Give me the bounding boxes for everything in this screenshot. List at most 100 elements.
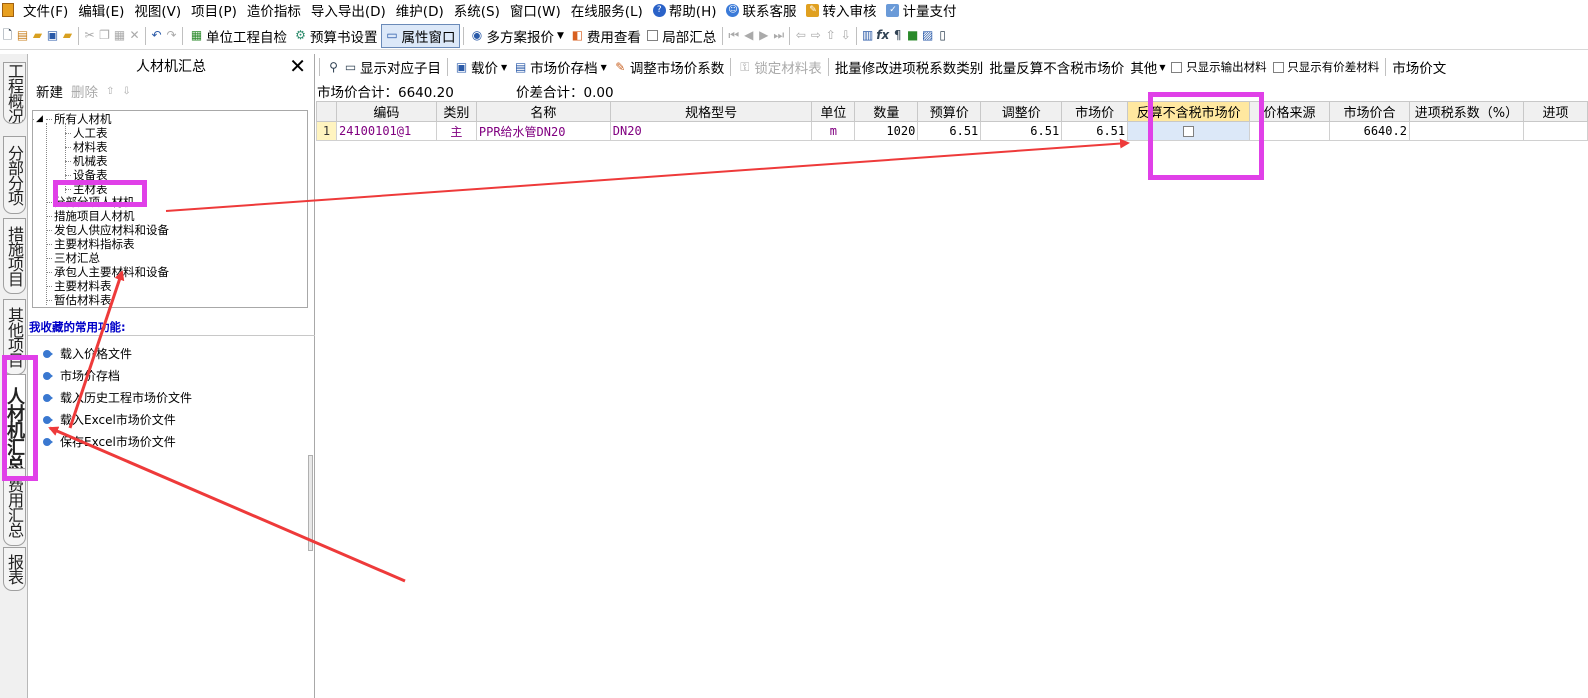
move-left-icon[interactable]: ⇦ <box>793 28 808 43</box>
batch-reverse-button[interactable]: 批量反算不含税市场价 <box>986 55 1127 79</box>
reverse-checkbox[interactable] <box>1183 126 1195 137</box>
tree-item-main-index[interactable]: 主要材料指标表 <box>46 238 135 251</box>
tree-item-equipment[interactable]: 设备表 <box>65 169 108 182</box>
header-adjusted[interactable]: 调整价 <box>980 101 1063 122</box>
cell-adjusted[interactable]: 6.51 <box>980 121 1063 141</box>
menu-window[interactable]: 窗口(W) <box>505 0 566 20</box>
tree-item-main-materials[interactable]: 主要材料表 <box>46 280 112 293</box>
menu-to-audit[interactable]: ✎ 转入审核 <box>801 0 881 20</box>
menu-file[interactable]: 文件(F) <box>18 0 73 20</box>
move-down-icon[interactable]: ⇩ <box>838 28 853 43</box>
undo-icon[interactable]: ↶ <box>149 28 164 43</box>
cell-qty[interactable]: 1020 <box>854 121 919 141</box>
tab-other-items[interactable]: 其他项目 <box>3 299 26 375</box>
last-icon[interactable]: ⏭ <box>771 28 786 43</box>
tab-project-overview[interactable]: 工程概况 <box>3 62 26 124</box>
fav-load-price-file[interactable]: 载入价格文件 <box>43 345 132 362</box>
menu-online-service[interactable]: 在线服务(L) <box>566 0 648 20</box>
collapse-icon[interactable]: ◢ <box>33 113 43 126</box>
menu-system[interactable]: 系统(S) <box>449 0 505 20</box>
lock-material-button[interactable]: ⚿ 锁定材料表 <box>734 55 825 79</box>
tree-item-owner-supplied[interactable]: 发包人供应材料和设备 <box>46 224 169 237</box>
cell-budget[interactable]: 6.51 <box>917 121 982 141</box>
property-window-button[interactable]: ▭ 属性窗口 <box>380 23 460 48</box>
menu-payment[interactable]: ✓ 计量支付 <box>881 0 961 20</box>
market-archive-button[interactable]: ▤ 市场价存档 ▼ <box>510 55 610 79</box>
cell-input[interactable] <box>1522 121 1588 141</box>
tab-report[interactable]: 报表 <box>3 547 26 591</box>
header-input[interactable]: 进项 <box>1522 101 1588 122</box>
tree-item-labor[interactable]: 人工表 <box>65 127 108 140</box>
tree-item-machine[interactable]: 机械表 <box>65 155 108 168</box>
close-icon[interactable]: ✕ <box>289 54 306 78</box>
header-source[interactable]: 价格来源 <box>1249 101 1331 122</box>
header-spec[interactable]: 规格型号 <box>609 101 813 122</box>
cell-type[interactable]: 主 <box>435 121 477 141</box>
first-icon[interactable]: ⏮ <box>726 28 741 43</box>
cell-unit[interactable]: m <box>811 121 856 141</box>
header-budget[interactable]: 预算价 <box>917 101 982 122</box>
cell-code[interactable]: 24100101@1 <box>335 121 437 141</box>
menu-view[interactable]: 视图(V) <box>129 0 186 20</box>
fav-load-history[interactable]: 载入历史工程市场价文件 <box>43 389 192 406</box>
tree-root[interactable]: 所有人材机 <box>46 113 112 126</box>
tree-item-contractor-main[interactable]: 承包人主要材料和设备 <box>46 266 169 279</box>
tree-item-sub-items[interactable]: 分部分项人材机 <box>46 196 135 209</box>
self-check-button[interactable]: ▦ 单位工程自检 <box>186 24 290 48</box>
cell-source[interactable] <box>1249 121 1331 141</box>
table-row[interactable]: 1 24100101@1 主 PPR给水管DN20 DN20 m 1020 6.… <box>316 121 1588 141</box>
fav-load-excel[interactable]: 载入Excel市场价文件 <box>43 411 176 428</box>
partial-summary-checkbox[interactable]: 局部汇总 <box>644 24 719 48</box>
formula-icon[interactable]: fx <box>875 28 890 43</box>
only-output-checkbox[interactable]: 只显示输出材料 <box>1168 55 1269 79</box>
tab-fee-summary[interactable]: 费用汇总 <box>3 468 26 546</box>
only-diff-checkbox[interactable]: 只显示有价差材料 <box>1270 55 1383 79</box>
cell-name[interactable]: PPR给水管DN20 <box>475 121 611 141</box>
paste-icon[interactable]: ▦ <box>112 28 127 43</box>
next-icon[interactable]: ▶ <box>756 28 771 43</box>
cell-market[interactable]: 6.51 <box>1061 121 1129 141</box>
cell-reverse[interactable] <box>1127 121 1251 141</box>
menu-maintain[interactable]: 维护(D) <box>391 0 449 20</box>
folder-icon[interactable]: ▰ <box>60 28 75 43</box>
header-market-total[interactable]: 市场价合 <box>1329 101 1410 122</box>
tree-item-measures[interactable]: 措施项目人材机 <box>46 210 135 223</box>
image-icon[interactable]: ▨ <box>920 28 935 43</box>
cell-spec[interactable]: DN20 <box>609 121 813 141</box>
header-market[interactable]: 市场价 <box>1061 101 1129 122</box>
market-file-button[interactable]: 市场价文 <box>1389 55 1449 79</box>
menu-contact[interactable]: ☺ 联系客服 <box>721 0 801 20</box>
paragraph-icon[interactable]: ¶ <box>890 28 905 43</box>
fav-save-excel[interactable]: 保存Excel市场价文件 <box>43 433 176 450</box>
cut-icon[interactable]: ✂ <box>82 28 97 43</box>
save-icon[interactable]: ▣ <box>45 28 60 43</box>
adjust-coef-button[interactable]: ✎ 调整市场价系数 <box>610 55 728 79</box>
delete-button[interactable]: 删除 <box>71 81 98 101</box>
tab-measures[interactable]: 措施项目 <box>3 218 26 294</box>
tree-item-material[interactable]: 材料表 <box>65 141 108 154</box>
show-child-button[interactable]: ⚲ ▭ 显示对应子目 <box>323 55 444 79</box>
new-button[interactable]: 新建 <box>36 81 63 101</box>
batch-tax-button[interactable]: 批量修改进项税系数类别 <box>832 55 987 79</box>
header-code[interactable]: 编码 <box>335 101 437 122</box>
budget-settings-button[interactable]: ⚙ 预算书设置 <box>290 24 381 48</box>
menu-cost-index[interactable]: 造价指标 <box>242 0 306 20</box>
header-tax[interactable]: 进项税系数（%） <box>1408 101 1524 122</box>
tab-sub-items[interactable]: 分部分项 <box>3 136 26 214</box>
cube-icon[interactable]: ■ <box>905 28 920 43</box>
header-unit[interactable]: 单位 <box>811 101 856 122</box>
menu-help[interactable]: ? 帮助(H) <box>648 0 722 20</box>
delete-icon[interactable]: ✕ <box>127 28 142 43</box>
fav-market-archive[interactable]: 市场价存档 <box>43 367 120 384</box>
open-folder-icon[interactable]: ▰ <box>30 28 45 43</box>
prev-icon[interactable]: ◀ <box>741 28 756 43</box>
move-right-icon[interactable]: ⇨ <box>808 28 823 43</box>
other-button[interactable]: 其他 ▼ <box>1127 55 1168 79</box>
down-arrow-icon[interactable]: ⇩ <box>122 86 130 97</box>
header-type[interactable]: 类别 <box>435 101 477 122</box>
menu-import-export[interactable]: 导入导出(D) <box>306 0 391 20</box>
menu-project[interactable]: 项目(P) <box>186 0 242 20</box>
menu-edit[interactable]: 编辑(E) <box>73 0 129 20</box>
tree-item-estimated[interactable]: 暂估材料表 <box>46 294 112 307</box>
new-file-icon[interactable]: 🗋 <box>0 28 15 43</box>
